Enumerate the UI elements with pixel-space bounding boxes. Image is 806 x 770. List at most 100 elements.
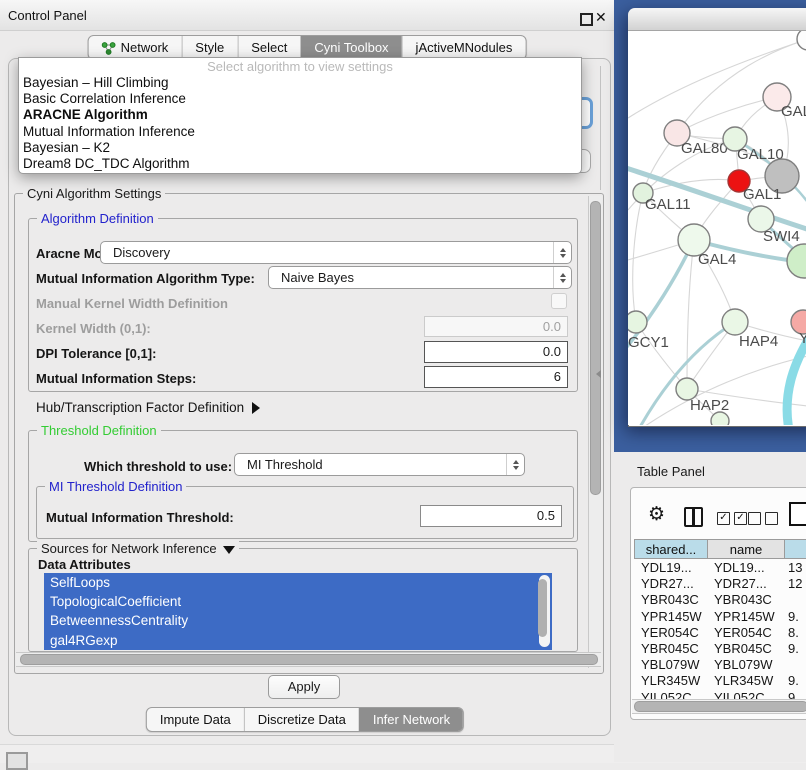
algorithm-dropdown-list: Select algorithm to view settings Bayesi…	[18, 57, 582, 174]
group-title: MI Threshold Definition	[45, 479, 186, 494]
dropdown-item[interactable]: Mutual Information Inference	[19, 124, 581, 140]
dropdown-item[interactable]: Bayesian – K2	[19, 140, 581, 156]
table-row[interactable]: YBR045CYBR045C9.	[632, 641, 806, 657]
collapsed-panel-icon[interactable]	[6, 752, 28, 770]
tab-discretize-data[interactable]: Discretize Data	[244, 708, 359, 731]
cell[interactable]: YBR045C	[706, 641, 783, 657]
cell[interactable]: YBL079W	[632, 657, 706, 673]
settings-vertical-scrollbar[interactable]	[588, 196, 602, 668]
cell[interactable]: 9.	[783, 609, 799, 625]
tab-style[interactable]: Style	[181, 36, 237, 59]
kernel-width-field[interactable]: 0.0	[424, 316, 568, 337]
dropdown-item[interactable]: Dream8 DC_TDC Algorithm	[19, 156, 581, 172]
dropdown-item[interactable]: Bayesian – Hill Climbing	[19, 75, 581, 91]
network-graph[interactable]: GALGAL80GAL10GAL1GAL11GAL4SWI4GCY1HAP4YH…	[628, 30, 806, 425]
table-row[interactable]: YPR145WYPR145W9.	[632, 609, 806, 625]
splitter-collapse-arrow[interactable]	[596, 370, 601, 378]
scrollbar-thumb[interactable]	[538, 579, 547, 637]
tab-network[interactable]: Network	[89, 36, 182, 59]
hub-definition-expander[interactable]: Hub/Transcription Factor Definition	[36, 400, 260, 415]
graph-node[interactable]	[722, 309, 748, 335]
scrollbar-thumb[interactable]	[634, 701, 806, 712]
aracne-mode-select[interactable]: Discovery	[100, 241, 572, 264]
cell[interactable]: YLR345W	[632, 673, 706, 689]
cell[interactable]: YLR345W	[706, 673, 783, 689]
table-row[interactable]: YBL079WYBL079W	[632, 657, 806, 673]
restore-window-icon[interactable]	[580, 13, 593, 26]
cell[interactable]: 13	[783, 560, 802, 576]
attribute-item-selected[interactable]: TopologicalCoefficient	[44, 592, 552, 611]
tab-infer-network[interactable]: Infer Network	[359, 708, 463, 731]
gear-icon[interactable]: ⚙	[648, 503, 665, 526]
table-panel-title: Table Panel	[637, 464, 705, 479]
table-row[interactable]: YBR043CYBR043C	[632, 592, 806, 608]
cell[interactable]	[783, 592, 788, 608]
select-all-columns-icon[interactable]: ✓ ✓	[717, 512, 747, 525]
cell[interactable]	[783, 657, 788, 673]
cell[interactable]: YBR043C	[706, 592, 783, 608]
settings-horizontal-scrollbar[interactable]	[16, 652, 601, 667]
scrollbar-thumb[interactable]	[590, 201, 601, 495]
dropdown-item[interactable]: Basic Correlation Inference	[19, 91, 581, 107]
cell[interactable]: 12	[783, 576, 802, 592]
columns-icon[interactable]	[684, 507, 703, 527]
mi-steps-field[interactable]: 6	[424, 366, 568, 388]
scrollbar-thumb[interactable]	[20, 654, 598, 665]
dropdown-item-selected[interactable]: ARACNE Algorithm	[19, 107, 581, 123]
deselect-all-columns-icon[interactable]	[748, 512, 778, 525]
graph-node-label: SWI4	[763, 228, 800, 245]
attribute-item-selected[interactable]: SelfLoops	[44, 573, 552, 592]
checked-box-icon: ✓	[734, 512, 747, 525]
table-row[interactable]: YER054CYER054C8.	[632, 625, 806, 641]
new-table-icon[interactable]	[789, 502, 806, 526]
sources-expander[interactable]: Sources for Network Inference	[37, 541, 239, 556]
cyni-bottom-tabbar: Impute Data Discretize Data Infer Networ…	[146, 707, 464, 732]
hub-definition-label: Hub/Transcription Factor Definition	[36, 400, 244, 415]
graph-node-label: GAL11	[645, 196, 691, 213]
column-header-partial[interactable]	[784, 539, 806, 559]
cell[interactable]: YDR27...	[632, 576, 706, 592]
table-row[interactable]: YLR345WYLR345W9.	[632, 673, 806, 689]
graph-node[interactable]	[787, 244, 806, 278]
graph-node[interactable]	[628, 311, 647, 333]
column-header-name[interactable]: name	[707, 539, 785, 559]
column-header-shared-name[interactable]: shared...	[634, 539, 708, 559]
cell[interactable]: YBL079W	[706, 657, 783, 673]
close-icon[interactable]: ✕	[595, 9, 607, 26]
cell[interactable]: YER054C	[706, 625, 783, 641]
cell[interactable]: YDL19...	[706, 560, 783, 576]
expanded-arrow-icon	[223, 546, 235, 554]
tab-cyni-toolbox[interactable]: Cyni Toolbox	[300, 36, 401, 59]
table-row[interactable]: YDL19...YDL19...13	[632, 560, 806, 576]
attribute-item-selected[interactable]: gal4RGexp	[44, 631, 552, 650]
which-threshold-select[interactable]: MI Threshold	[234, 453, 525, 476]
cell[interactable]: 9.	[783, 641, 799, 657]
tab-jactivemnodules[interactable]: jActiveMNodules	[402, 36, 526, 59]
table-horizontal-scrollbar[interactable]	[632, 699, 806, 714]
graph-node-label: HAP2	[690, 397, 729, 414]
tab-label: Style	[195, 40, 224, 55]
dpi-tolerance-field[interactable]: 0.0	[424, 341, 568, 363]
tab-impute-data[interactable]: Impute Data	[147, 708, 244, 731]
cell[interactable]: 9.	[783, 673, 799, 689]
cell[interactable]: YDL19...	[632, 560, 706, 576]
cell[interactable]: YDR27...	[706, 576, 783, 592]
cell[interactable]: YPR145W	[632, 609, 706, 625]
manual-kernel-width-checkbox[interactable]	[551, 293, 567, 309]
cell[interactable]: YBR045C	[632, 641, 706, 657]
network-window-titlebar[interactable]	[628, 8, 806, 31]
cell[interactable]: YPR145W	[706, 609, 783, 625]
cell[interactable]: 8.	[783, 625, 799, 641]
cell[interactable]: YBR043C	[632, 592, 706, 608]
mi-threshold-field[interactable]: 0.5	[420, 505, 562, 527]
tab-select[interactable]: Select	[237, 36, 300, 59]
hidden-panel-border	[600, 66, 601, 190]
attribute-item-selected[interactable]: BetweennessCentrality	[44, 611, 552, 630]
apply-button[interactable]: Apply	[268, 675, 340, 699]
cell[interactable]: YER054C	[632, 625, 706, 641]
mi-algorithm-type-select[interactable]: Naive Bayes	[268, 266, 572, 289]
table-row[interactable]: YDR27...YDR27...12	[632, 576, 806, 592]
list-vertical-scrollbar[interactable]	[539, 575, 550, 647]
graph-node[interactable]	[711, 412, 729, 425]
graph-node[interactable]	[797, 30, 806, 50]
